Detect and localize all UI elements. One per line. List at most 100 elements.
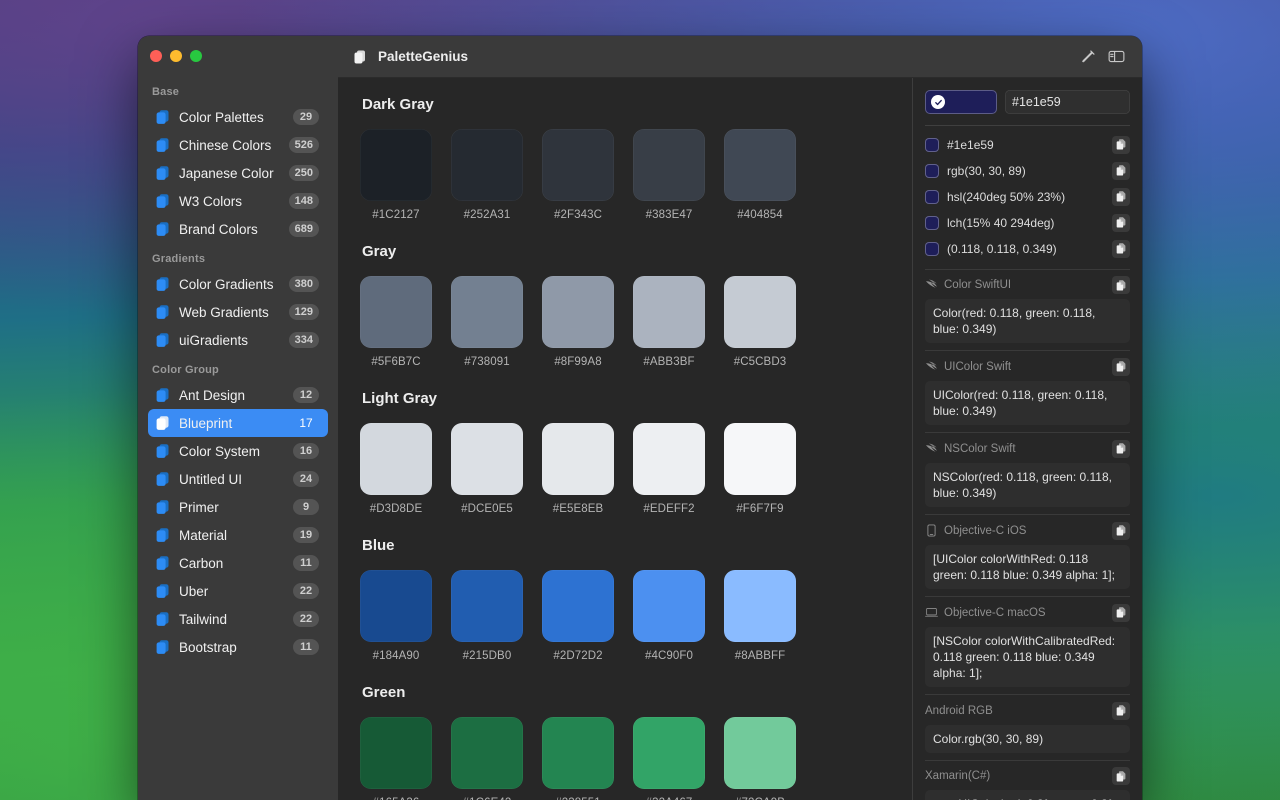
color-swatch[interactable]: #8F99A8 (542, 276, 614, 368)
color-swatch-box[interactable] (451, 570, 523, 642)
sidebar-item-color-gradients[interactable]: Color Gradients380 (148, 270, 328, 298)
color-swatch-box[interactable] (724, 129, 796, 201)
sidebar-item-uber[interactable]: Uber22 (148, 577, 328, 605)
color-swatch-box[interactable] (542, 717, 614, 789)
color-swatch-box[interactable] (542, 423, 614, 495)
copy-icon[interactable] (1112, 136, 1130, 154)
color-swatch-box[interactable] (633, 570, 705, 642)
copy-icon[interactable] (1112, 214, 1130, 232)
selected-color-swatch[interactable] (925, 90, 997, 114)
eyedropper-icon[interactable] (1074, 45, 1102, 69)
color-swatch[interactable]: #DCE0E5 (451, 423, 523, 515)
color-swatch-box[interactable] (724, 717, 796, 789)
color-swatch-box[interactable] (360, 570, 432, 642)
color-swatch[interactable]: #C5CBD3 (724, 276, 796, 368)
copy-icon[interactable] (1112, 440, 1130, 458)
code-snippet-text[interactable]: UIColor(red: 0.118, green: 0.118, blue: … (925, 381, 1130, 425)
sidebar-item-ant-design[interactable]: Ant Design12 (148, 381, 328, 409)
sidebar-item-chinese-colors[interactable]: Chinese Colors526 (148, 131, 328, 159)
color-swatch[interactable]: #F6F7F9 (724, 423, 796, 515)
zoom-button[interactable] (190, 50, 202, 62)
color-swatch[interactable]: #215DB0 (451, 570, 523, 662)
sidebar-item-carbon[interactable]: Carbon11 (148, 549, 328, 577)
color-swatch-box[interactable] (360, 129, 432, 201)
color-format-row[interactable]: #1e1e59 (925, 132, 1130, 158)
color-swatch-box[interactable] (724, 276, 796, 348)
sidebar-item-bootstrap[interactable]: Bootstrap11 (148, 633, 328, 661)
copy-icon[interactable] (1112, 276, 1130, 294)
sidebar-item-uigradients[interactable]: uiGradients334 (148, 326, 328, 354)
color-swatch[interactable]: #404854 (724, 129, 796, 221)
color-swatch-box[interactable] (724, 570, 796, 642)
color-swatch-box[interactable] (451, 423, 523, 495)
color-inspector-panel[interactable]: #1e1e59 #1e1e59rgb(30, 30, 89)hsl(240deg… (912, 78, 1142, 800)
color-swatch[interactable]: #2D72D2 (542, 570, 614, 662)
code-snippet-text[interactable]: Color(red: 0.118, green: 0.118, blue: 0.… (925, 299, 1130, 343)
minimize-button[interactable] (170, 50, 182, 62)
color-format-row[interactable]: lch(15% 40 294deg) (925, 210, 1130, 236)
sidebar-item-tailwind[interactable]: Tailwind22 (148, 605, 328, 633)
copy-icon[interactable] (1112, 162, 1130, 180)
copy-icon[interactable] (1112, 604, 1130, 622)
color-swatch-box[interactable] (633, 276, 705, 348)
color-swatch-box[interactable] (542, 570, 614, 642)
color-swatch-box[interactable] (451, 276, 523, 348)
color-swatch[interactable]: #72CA9B (724, 717, 796, 800)
color-swatch[interactable]: #2F343C (542, 129, 614, 221)
color-swatch-box[interactable] (633, 717, 705, 789)
sidebar-item-untitled-ui[interactable]: Untitled UI24 (148, 465, 328, 493)
sidebar-item-blueprint[interactable]: Blueprint17 (148, 409, 328, 437)
sidebar-item-brand-colors[interactable]: Brand Colors689 (148, 215, 328, 243)
sidebar-toggle-icon[interactable] (1102, 45, 1130, 69)
color-swatch[interactable]: #32A467 (633, 717, 705, 800)
close-button[interactable] (150, 50, 162, 62)
color-swatch[interactable]: #252A31 (451, 129, 523, 221)
color-swatch[interactable]: #383E47 (633, 129, 705, 221)
color-format-row[interactable]: (0.118, 0.118, 0.349) (925, 236, 1130, 262)
copy-icon[interactable] (1112, 767, 1130, 785)
color-swatch[interactable]: #D3D8DE (360, 423, 432, 515)
color-swatch-box[interactable] (451, 717, 523, 789)
sidebar-item-w3-colors[interactable]: W3 Colors148 (148, 187, 328, 215)
color-swatch[interactable]: #1C6E42 (451, 717, 523, 800)
color-swatch-box[interactable] (360, 423, 432, 495)
code-snippet-text[interactable]: [NSColor colorWithCalibratedRed: 0.118 g… (925, 627, 1130, 688)
copy-icon[interactable] (1112, 358, 1130, 376)
color-swatch[interactable]: #E5E8EB (542, 423, 614, 515)
sidebar-item-web-gradients[interactable]: Web Gradients129 (148, 298, 328, 326)
sidebar-item-primer[interactable]: Primer9 (148, 493, 328, 521)
color-swatch[interactable]: #EDEFF2 (633, 423, 705, 515)
hex-input[interactable]: #1e1e59 (1005, 90, 1130, 114)
sidebar-item-color-system[interactable]: Color System16 (148, 437, 328, 465)
color-swatch-box[interactable] (633, 423, 705, 495)
color-swatch-box[interactable] (451, 129, 523, 201)
sidebar-list[interactable]: BaseColor Palettes29Chinese Colors526Jap… (138, 76, 338, 800)
color-swatch[interactable]: #238551 (542, 717, 614, 800)
color-swatch[interactable]: #ABB3BF (633, 276, 705, 368)
color-swatch-box[interactable] (360, 717, 432, 789)
code-snippet-text[interactable]: [UIColor colorWithRed: 0.118 green: 0.11… (925, 545, 1130, 589)
code-snippet-text[interactable]: Color.rgb(30, 30, 89) (925, 725, 1130, 753)
color-swatch[interactable]: #738091 (451, 276, 523, 368)
color-swatch-box[interactable] (542, 276, 614, 348)
color-swatch[interactable]: #1C2127 (360, 129, 432, 221)
copy-icon[interactable] (1112, 702, 1130, 720)
sidebar-item-japanese-color[interactable]: Japanese Color250 (148, 159, 328, 187)
color-swatch-box[interactable] (542, 129, 614, 201)
color-swatch[interactable]: #5F6B7C (360, 276, 432, 368)
code-snippet-text[interactable]: new UIColor(red: 0.3f, green: 0.3f, blue… (925, 790, 1130, 800)
color-swatch[interactable]: #4C90F0 (633, 570, 705, 662)
copy-icon[interactable] (1112, 522, 1130, 540)
color-format-row[interactable]: rgb(30, 30, 89) (925, 158, 1130, 184)
color-swatch[interactable]: #165A36 (360, 717, 432, 800)
copy-icon[interactable] (1112, 240, 1130, 258)
color-swatch-box[interactable] (724, 423, 796, 495)
sidebar-item-color-palettes[interactable]: Color Palettes29 (148, 103, 328, 131)
color-swatch-box[interactable] (360, 276, 432, 348)
palette-grid[interactable]: Dark Gray#1C2127#252A31#2F343C#383E47#40… (338, 78, 912, 800)
copy-icon[interactable] (1112, 188, 1130, 206)
color-swatch[interactable]: #184A90 (360, 570, 432, 662)
code-snippet-text[interactable]: NSColor(red: 0.118, green: 0.118, blue: … (925, 463, 1130, 507)
color-format-row[interactable]: hsl(240deg 50% 23%) (925, 184, 1130, 210)
color-swatch[interactable]: #8ABBFF (724, 570, 796, 662)
